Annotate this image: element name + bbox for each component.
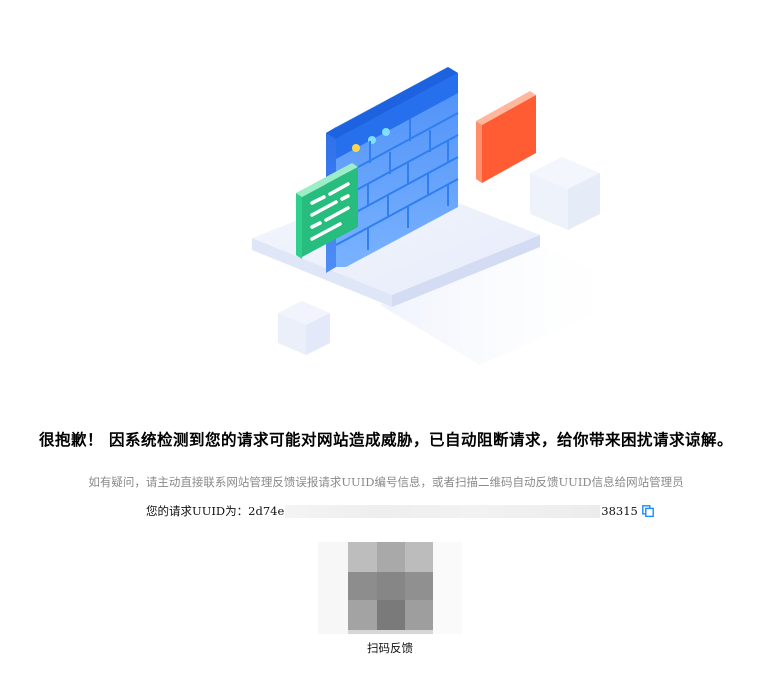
uuid-prefix: 2d74e <box>248 504 285 518</box>
block-notice-title: 很抱歉！ 因系统检测到您的请求可能对网站造成威胁，已自动阻断请求，给你带来困扰请… <box>39 430 733 449</box>
feedback-hint-text: 如有疑问，请主动直接联系网站管理反馈误报请求UUID编号信息，或者扫描二维码自动… <box>88 475 684 489</box>
feedback-qr-code[interactable] <box>318 542 462 634</box>
request-uuid-row: 您的请求UUID为： 2d74e 38315 <box>146 503 654 519</box>
uuid-label: 您的请求UUID为： <box>146 504 249 518</box>
firewall-illustration-icon <box>252 67 640 365</box>
uuid-redacted-segment <box>285 504 601 518</box>
qr-feedback-caption: 扫码反馈 <box>367 641 413 655</box>
copy-icon[interactable] <box>641 505 654 518</box>
uuid-suffix: 38315 <box>601 504 638 518</box>
